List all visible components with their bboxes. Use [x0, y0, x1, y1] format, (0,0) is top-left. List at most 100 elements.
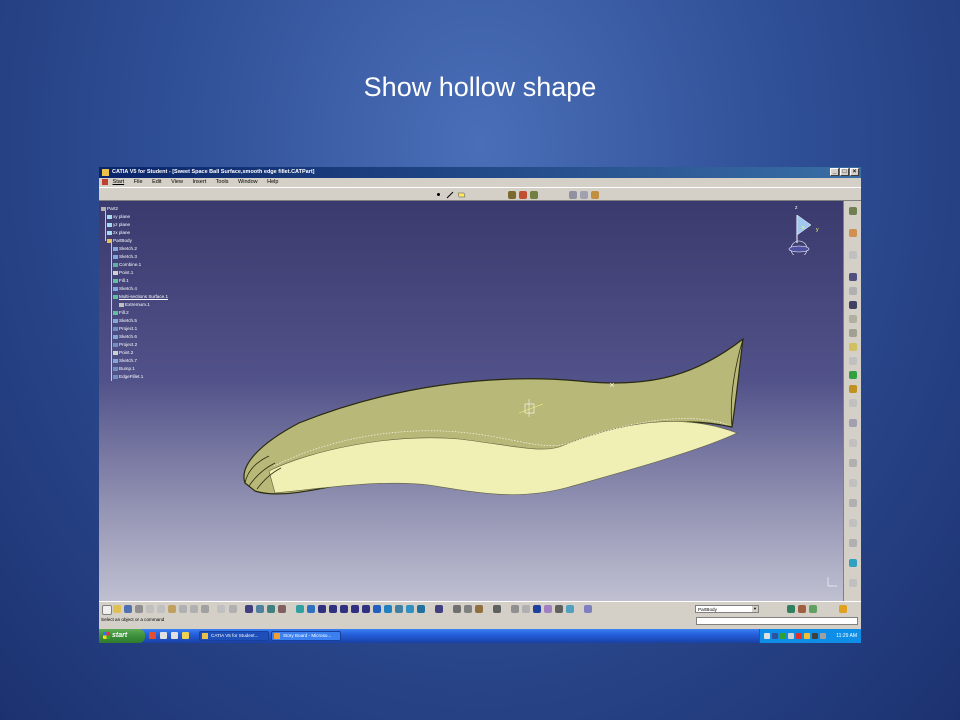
point-tool-icon[interactable]	[437, 193, 440, 196]
new-icon[interactable]	[102, 605, 112, 615]
shaft-icon[interactable]	[849, 273, 857, 281]
shell-icon[interactable]	[849, 419, 857, 427]
mirror-icon[interactable]	[849, 499, 857, 507]
start-button[interactable]: start	[99, 629, 145, 643]
draft-icon[interactable]	[849, 399, 857, 407]
fit-all-icon[interactable]	[307, 605, 315, 613]
iso-view-icon[interactable]	[384, 605, 392, 613]
split-icon[interactable]	[849, 479, 857, 487]
menu-tools[interactable]: Tools	[216, 179, 229, 185]
measure-icon[interactable]	[580, 191, 588, 199]
open-icon[interactable]	[113, 605, 121, 613]
network-icon[interactable]	[772, 633, 778, 639]
3d-viewport[interactable]: Part2 xy plane yz plane zx plane PartBod…	[99, 201, 843, 601]
pocket-icon[interactable]	[849, 251, 857, 259]
analysis-icon[interactable]	[849, 579, 857, 587]
update-icon[interactable]	[435, 605, 443, 613]
snap-icon[interactable]	[555, 605, 563, 613]
pattern-icon[interactable]	[849, 519, 857, 527]
measure-between-icon[interactable]	[493, 605, 501, 613]
undo-icon[interactable]	[179, 605, 187, 613]
thread-icon[interactable]	[849, 459, 857, 467]
knowledge-icon[interactable]	[256, 605, 264, 613]
constraint-icon[interactable]	[453, 605, 461, 613]
zoom-out-icon[interactable]	[351, 605, 359, 613]
swap-space-icon[interactable]	[417, 605, 425, 613]
render-icon[interactable]	[530, 191, 538, 199]
rotate-icon[interactable]	[329, 605, 337, 613]
chamfer-icon[interactable]	[849, 385, 857, 393]
update-tray-icon[interactable]	[804, 633, 810, 639]
antivirus-icon[interactable]	[796, 633, 802, 639]
taskbar-item-catia[interactable]: CATIA V5 for Student...	[199, 631, 269, 641]
pan-icon[interactable]	[318, 605, 326, 613]
quick-launch-icon[interactable]	[149, 632, 156, 639]
hole-icon[interactable]	[849, 301, 857, 309]
constraint-defined-icon[interactable]	[464, 605, 472, 613]
hide-show-icon[interactable]	[406, 605, 414, 613]
whats-this-icon[interactable]	[201, 605, 209, 613]
line-tool-icon[interactable]	[446, 191, 454, 199]
loft-icon[interactable]	[849, 343, 857, 351]
hollow-shape-model[interactable]: ×	[99, 201, 843, 601]
rib-icon[interactable]	[849, 315, 857, 323]
menu-insert[interactable]: Insert	[192, 179, 206, 185]
multi-view-icon[interactable]	[373, 605, 381, 613]
formula-icon[interactable]	[217, 605, 225, 613]
save-icon[interactable]	[124, 605, 132, 613]
close-button[interactable]: ×	[850, 168, 859, 176]
reaction-icon[interactable]	[267, 605, 275, 613]
zoom-in-icon[interactable]	[340, 605, 348, 613]
monitor-icon[interactable]	[812, 633, 818, 639]
maximize-button[interactable]: □	[840, 168, 849, 176]
ordered-set-icon[interactable]	[809, 605, 817, 613]
boolean-icon[interactable]	[849, 559, 857, 567]
scaling-icon[interactable]	[849, 539, 857, 547]
thickness-icon[interactable]	[849, 439, 857, 447]
shading-mode-icon[interactable]	[395, 605, 403, 613]
plane-tool-icon[interactable]	[457, 191, 466, 199]
menu-file[interactable]: File	[134, 179, 143, 185]
compass-tool-icon[interactable]	[591, 191, 599, 199]
material-icon[interactable]	[519, 191, 527, 199]
sketcher-icon[interactable]	[849, 207, 857, 215]
shading-icon[interactable]	[508, 191, 516, 199]
fillet-icon[interactable]	[849, 371, 857, 379]
coordinate-icon[interactable]	[533, 605, 541, 613]
quick-launch-icon[interactable]	[160, 632, 167, 639]
menu-help[interactable]: Help	[267, 179, 278, 185]
paste-icon[interactable]	[168, 605, 176, 613]
pad-icon[interactable]	[849, 229, 857, 237]
fly-mode-icon[interactable]	[296, 605, 304, 613]
redo-icon[interactable]	[190, 605, 198, 613]
comment-icon[interactable]	[229, 605, 237, 613]
geometrical-set-icon[interactable]	[798, 605, 806, 613]
compass-widget[interactable]: z x y	[785, 205, 825, 258]
window-title-bar[interactable]: CATIA V5 for Student - [Sweet Space Ball…	[99, 167, 861, 178]
part-body-select[interactable]: PartBody ▼	[695, 605, 759, 613]
dimension-icon[interactable]	[566, 605, 574, 613]
catalog-icon[interactable]	[245, 605, 253, 613]
help-tray-icon[interactable]	[764, 633, 770, 639]
print-icon[interactable]	[135, 605, 143, 613]
device-icon[interactable]	[820, 633, 826, 639]
quick-launch-icon[interactable]	[182, 632, 189, 639]
volume-icon[interactable]	[788, 633, 794, 639]
taskbar-item-storyboard[interactable]: Story Board - Microso...	[271, 631, 341, 641]
cut-icon[interactable]	[146, 605, 154, 613]
slot-icon[interactable]	[849, 329, 857, 337]
copy-icon[interactable]	[157, 605, 165, 613]
axis-tool-icon[interactable]	[569, 191, 577, 199]
insert-body-icon[interactable]	[787, 605, 795, 613]
groove-icon[interactable]	[849, 287, 857, 295]
clock[interactable]: 11:29 AM	[836, 629, 857, 643]
intersection-icon[interactable]	[522, 605, 530, 613]
select-body-icon[interactable]	[584, 605, 592, 613]
menu-edit[interactable]: Edit	[152, 179, 161, 185]
grid-icon[interactable]	[544, 605, 552, 613]
quick-launch-icon[interactable]	[171, 632, 178, 639]
menu-window[interactable]: Window	[238, 179, 258, 185]
security-icon[interactable]	[780, 633, 786, 639]
remove-loft-icon[interactable]	[849, 357, 857, 365]
menu-view[interactable]: View	[171, 179, 183, 185]
